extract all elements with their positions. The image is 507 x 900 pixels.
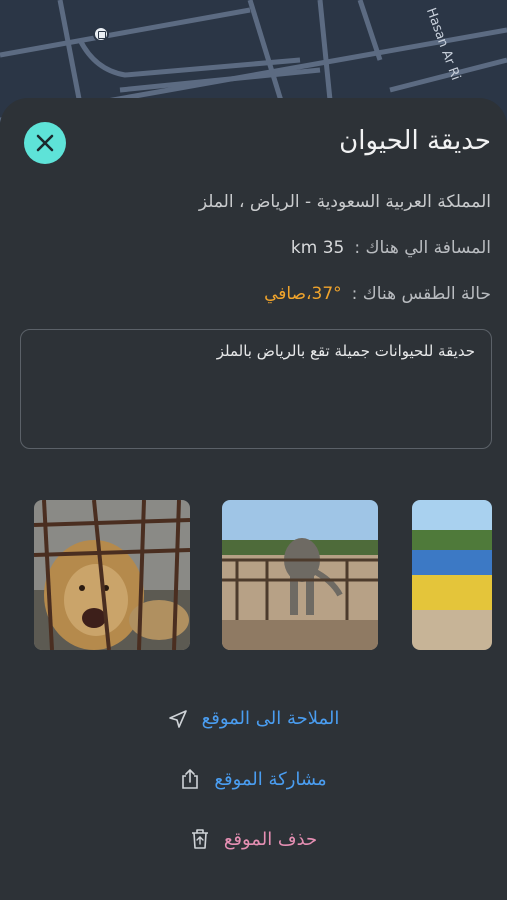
place-address: المملكة العربية السعودية - الرياض ، المل… xyxy=(198,192,491,212)
elephant-photo[interactable] xyxy=(222,500,378,650)
share-label: مشاركة الموقع xyxy=(214,768,327,790)
navigate-label: الملاحة الى الموقع xyxy=(201,708,340,729)
delete-button[interactable]: حذف الموقع xyxy=(0,828,507,850)
place-title: حديقة الحيوان xyxy=(339,126,491,156)
place-details-sheet: حديقة الحيوان المملكة العربية السعودية -… xyxy=(0,98,507,900)
distance-row: المسافة الي هناك : km 35 xyxy=(291,238,491,258)
share-icon xyxy=(182,768,199,789)
trash-icon xyxy=(191,829,208,849)
distance-label: المسافة الي هناك : xyxy=(354,238,491,258)
distance-value: km 35 xyxy=(290,238,345,258)
close-button[interactable] xyxy=(24,122,66,164)
lion-photo[interactable] xyxy=(34,500,190,650)
weather-label: حالة الطقس هناك : xyxy=(351,284,491,304)
photo-gallery[interactable] xyxy=(0,500,507,652)
riyadh-sign-photo[interactable] xyxy=(412,500,492,650)
navigate-button[interactable]: الملاحة الى الموقع xyxy=(0,708,507,729)
share-button[interactable]: مشاركة الموقع xyxy=(0,768,507,790)
navigation-arrow-icon xyxy=(168,709,187,728)
weather-value: 37°،صافي xyxy=(264,284,342,304)
bus-stop-icon xyxy=(93,26,109,42)
close-icon xyxy=(36,134,54,152)
weather-row: حالة الطقس هناك : 37°،صافي xyxy=(264,284,491,304)
delete-label: حذف الموقع xyxy=(223,828,318,850)
description-box[interactable]: حديقة للحيوانات جميلة تقع بالرياض بالملز xyxy=(20,329,492,449)
